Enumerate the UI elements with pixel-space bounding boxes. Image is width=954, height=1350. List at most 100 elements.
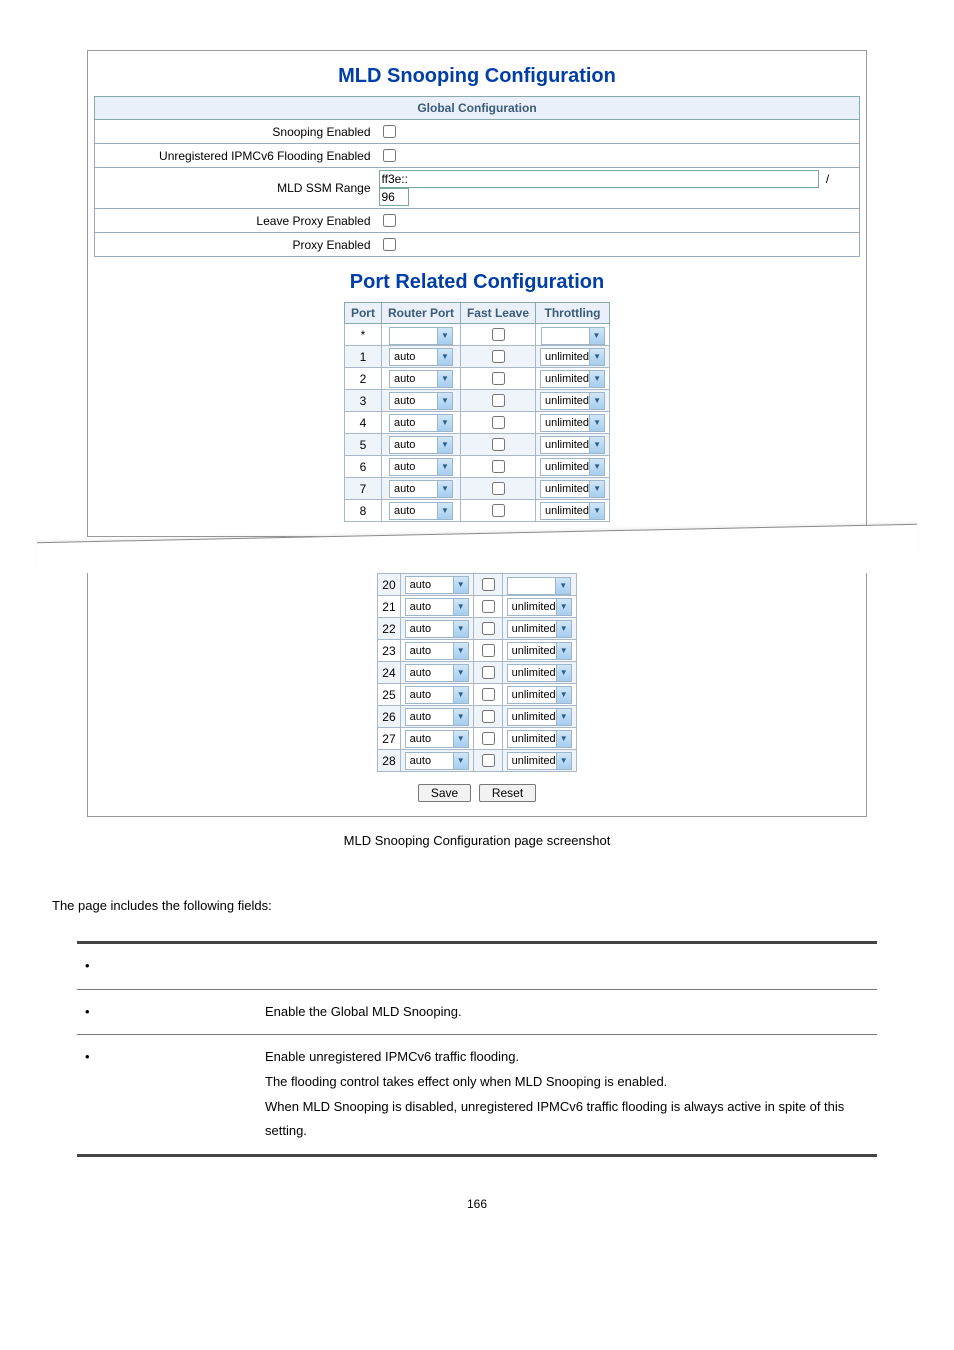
select-dropdown[interactable]: auto▼ [405,752,469,770]
select-dropdown[interactable]: unlimited▼ [507,730,572,748]
select-dropdown[interactable]: unlimited▼ [507,598,572,616]
router-port-cell: auto▼ [381,500,460,522]
fast-leave-cell [460,368,535,390]
fast-leave-checkbox[interactable] [482,666,495,679]
select-value: auto [410,579,431,591]
fast-leave-checkbox[interactable] [492,350,505,363]
throttling-cell: unlimited▼ [536,390,610,412]
select-dropdown[interactable]: unlimited▼ [540,348,605,366]
router-port-cell: ▼ [381,324,460,346]
select-dropdown[interactable]: unlimited▼ [540,370,605,388]
fast-leave-checkbox[interactable] [492,504,505,517]
select-dropdown[interactable]: auto▼ [389,348,453,366]
fast-leave-checkbox[interactable] [482,732,495,745]
fast-leave-checkbox[interactable] [482,600,495,613]
select-dropdown[interactable]: auto ▼ [405,576,469,594]
select-value: unlimited [545,461,589,473]
select-dropdown[interactable]: unlimited▼ [540,502,605,520]
select-dropdown[interactable]: ▼ [389,327,453,345]
select-dropdown[interactable]: ▼ [507,577,571,595]
select-dropdown[interactable]: unlimited▼ [507,752,572,770]
fast-leave-cell [473,684,502,706]
select-value: unlimited [545,351,589,363]
fast-leave-cell [473,662,502,684]
select-dropdown[interactable]: unlimited▼ [507,642,572,660]
ssm-prefix-input[interactable] [379,188,409,206]
router-port-cell: auto▼ [381,412,460,434]
select-value: auto [394,373,415,385]
snooping-enabled-checkbox[interactable] [383,125,396,138]
fast-leave-checkbox[interactable] [492,328,505,341]
table-row: *▼▼ [344,324,609,346]
router-port-cell: auto▼ [381,368,460,390]
select-dropdown[interactable]: unlimited▼ [507,620,572,638]
throttling-cell: unlimited▼ [536,346,610,368]
port-cell: 3 [344,390,381,412]
select-dropdown[interactable]: auto▼ [389,502,453,520]
unregistered-flooding-checkbox[interactable] [383,149,396,162]
desc-text: Enable unregistered IPMCv6 traffic flood… [257,1035,877,1156]
select-value: auto [410,601,431,613]
fast-leave-checkbox[interactable] [492,394,505,407]
fast-leave-checkbox[interactable] [492,460,505,473]
table-row: 7auto▼unlimited▼ [344,478,609,500]
chevron-down-icon: ▼ [437,503,452,519]
select-value: auto [410,711,431,723]
throttling-cell: ▼ [536,324,610,346]
select-value: unlimited [512,733,556,745]
desc-row: Enable the Global MLD Snooping. [77,989,877,1035]
select-dropdown[interactable]: unlimited▼ [540,392,605,410]
chevron-down-icon: ▼ [453,577,468,593]
select-dropdown[interactable]: unlimited▼ [507,686,572,704]
select-dropdown[interactable]: auto▼ [389,392,453,410]
fast-leave-checkbox[interactable] [492,482,505,495]
fast-leave-checkbox[interactable] [482,688,495,701]
port-cell: 8 [344,500,381,522]
select-dropdown[interactable]: auto▼ [405,642,469,660]
throttling-cell: unlimited▼ [536,478,610,500]
port-cell: 24 [378,662,400,684]
select-dropdown[interactable]: ▼ [541,327,605,345]
select-dropdown[interactable]: auto▼ [389,480,453,498]
fast-leave-checkbox[interactable] [492,438,505,451]
fast-leave-checkbox[interactable] [482,710,495,723]
select-dropdown[interactable]: unlimited▼ [540,414,605,432]
port-cell: 27 [378,728,400,750]
fast-leave-checkbox[interactable] [482,622,495,635]
select-dropdown[interactable]: auto▼ [389,414,453,432]
leave-proxy-checkbox[interactable] [383,214,396,227]
page-break-indicator [67,537,887,571]
select-dropdown[interactable]: auto▼ [405,664,469,682]
fast-leave-checkbox[interactable] [482,644,495,657]
fast-leave-checkbox[interactable] [482,754,495,767]
throttling-cell: unlimited▼ [536,434,610,456]
select-dropdown[interactable]: auto▼ [405,708,469,726]
save-button[interactable]: Save [418,784,471,802]
chevron-down-icon: ▼ [556,643,571,659]
chevron-down-icon: ▼ [437,393,452,409]
select-dropdown[interactable]: auto▼ [389,458,453,476]
reset-button[interactable]: Reset [479,784,536,802]
ssm-range-input[interactable] [379,170,819,188]
select-dropdown[interactable]: auto▼ [405,686,469,704]
fast-leave-checkbox[interactable] [492,416,505,429]
fast-leave-checkbox[interactable] [482,578,495,591]
chevron-down-icon: ▼ [589,371,604,387]
select-dropdown[interactable]: unlimited▼ [540,458,605,476]
select-dropdown[interactable]: auto▼ [389,436,453,454]
select-value: auto [410,733,431,745]
throttling-cell: ▼ [502,574,576,596]
proxy-enabled-checkbox[interactable] [383,238,396,251]
select-dropdown[interactable]: auto▼ [405,620,469,638]
select-dropdown[interactable]: unlimited▼ [540,436,605,454]
select-dropdown[interactable]: unlimited▼ [507,708,572,726]
port-table-top: Port Router Port Fast Leave Throttling *… [344,302,610,522]
select-dropdown[interactable]: auto▼ [405,730,469,748]
select-dropdown[interactable]: unlimited▼ [507,664,572,682]
fast-leave-checkbox[interactable] [492,372,505,385]
select-dropdown[interactable]: auto▼ [405,598,469,616]
select-dropdown[interactable]: unlimited▼ [540,480,605,498]
select-dropdown[interactable]: auto▼ [389,370,453,388]
select-value: unlimited [512,667,556,679]
chevron-down-icon: ▼ [556,753,571,769]
